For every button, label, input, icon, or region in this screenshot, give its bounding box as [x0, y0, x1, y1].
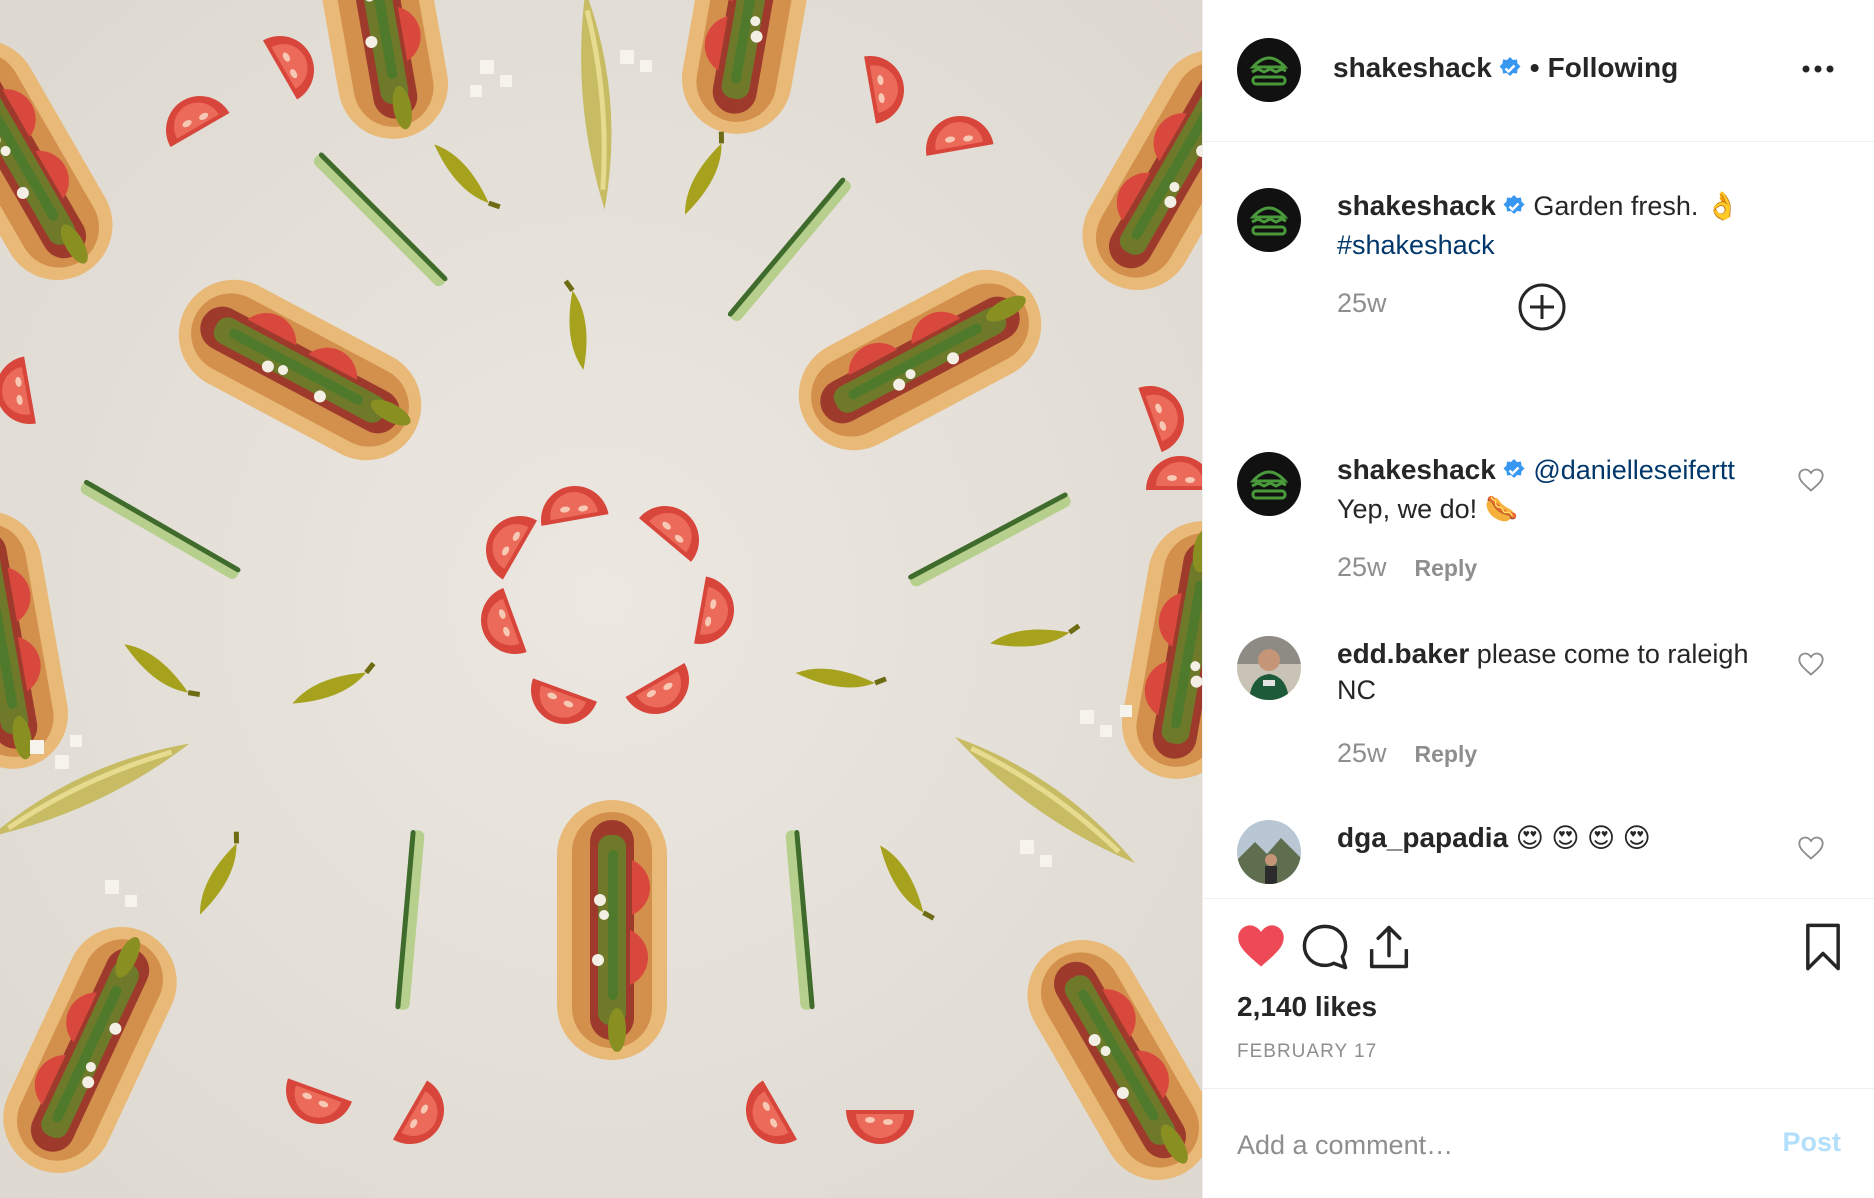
post-date[interactable]: FEBRUARY 17 — [1237, 1041, 1377, 1063]
post-image — [0, 0, 1202, 1198]
reply-button[interactable]: Reply — [1415, 741, 1478, 767]
comment-text: Yep, we do! 🌭 — [1337, 494, 1519, 524]
add-comment-input[interactable] — [1237, 1125, 1737, 1165]
caption-text: Garden fresh. 👌 — [1533, 191, 1740, 221]
comment-like-heart-icon[interactable] — [1797, 834, 1825, 862]
comment-mention[interactable]: @danielleseifertt — [1533, 455, 1735, 485]
more-options-icon — [1802, 65, 1834, 73]
bookmark-icon[interactable] — [1797, 921, 1849, 973]
post-details-panel: shakeshack • Following shakeshack Garden… — [1202, 0, 1874, 1198]
following-button[interactable]: Following — [1548, 52, 1679, 83]
comment-bubble-icon[interactable] — [1299, 921, 1351, 973]
comment-author-avatar[interactable] — [1237, 452, 1301, 516]
post-actions: 2,140 likes FEBRUARY 17 — [1203, 898, 1874, 1088]
author-username[interactable]: shakeshack — [1333, 52, 1492, 83]
comment-author[interactable]: shakeshack — [1337, 454, 1496, 485]
caption-age[interactable]: 25w — [1337, 288, 1387, 319]
comment-author-avatar[interactable] — [1237, 636, 1301, 700]
comment-author-avatar[interactable] — [1237, 820, 1301, 884]
caption-author-avatar[interactable] — [1237, 188, 1301, 252]
author-avatar[interactable] — [1237, 38, 1301, 102]
post-header: shakeshack • Following — [1203, 0, 1874, 142]
comments-list[interactable]: shakeshack Garden fresh. 👌 #shakeshack 2… — [1203, 142, 1874, 898]
burger-logo-icon — [1249, 56, 1289, 86]
caption-hashtag[interactable]: #shakeshack — [1337, 230, 1495, 260]
comment-like-heart-icon[interactable] — [1797, 650, 1825, 678]
comment-author[interactable]: dga_papadia — [1337, 822, 1508, 853]
burger-logo-icon — [1249, 206, 1289, 236]
verified-badge-icon — [1502, 455, 1526, 491]
share-icon[interactable] — [1363, 921, 1415, 973]
comment-age[interactable]: 25w — [1337, 552, 1387, 582]
heart-icon[interactable] — [1235, 921, 1287, 973]
comment-body: edd.baker please come to raleigh NC — [1337, 636, 1777, 708]
comment-meta: 25w Reply — [1337, 738, 1477, 769]
comment-like-heart-icon[interactable] — [1797, 466, 1825, 494]
comment-author[interactable]: edd.baker — [1337, 638, 1469, 669]
post-photo[interactable] — [0, 0, 1202, 1198]
burger-logo-icon — [1249, 470, 1289, 500]
comment-meta: 25w Reply — [1337, 552, 1477, 583]
comment-age[interactable]: 25w — [1337, 738, 1387, 768]
more-options-button[interactable] — [1801, 52, 1835, 86]
header-username-row: shakeshack • Following — [1333, 52, 1678, 87]
caption-body: shakeshack Garden fresh. 👌 #shakeshack — [1337, 188, 1777, 263]
comment-composer: Post — [1203, 1088, 1874, 1198]
comment-body: shakeshack @danielleseifertt Yep, we do!… — [1337, 452, 1777, 527]
plus-circle-icon — [1518, 283, 1566, 331]
verified-badge-icon — [1502, 191, 1526, 227]
follow-separator: • — [1529, 52, 1540, 83]
likes-count[interactable]: 2,140 likes — [1237, 991, 1377, 1023]
caption-author[interactable]: shakeshack — [1337, 190, 1496, 221]
load-more-comments-button[interactable] — [1517, 282, 1567, 332]
comment-text: 😍 😍 😍 😍 — [1515, 823, 1651, 853]
verified-badge-icon — [1498, 55, 1522, 87]
reply-button[interactable]: Reply — [1415, 555, 1478, 581]
post-comment-button[interactable]: Post — [1782, 1127, 1841, 1158]
comment-body: dga_papadia 😍 😍 😍 😍 — [1337, 820, 1777, 856]
